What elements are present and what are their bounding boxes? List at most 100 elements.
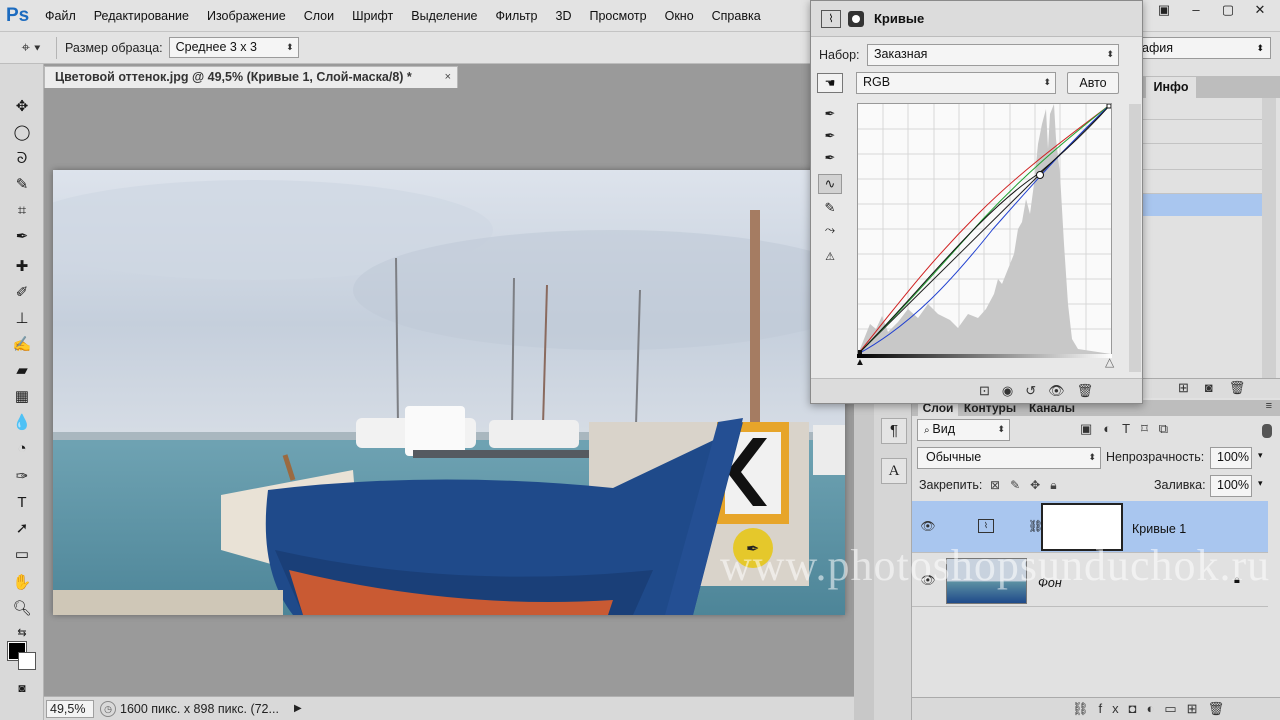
fx-icon[interactable]: fx: [1099, 701, 1129, 716]
clone-stamp-tool-icon[interactable]: ⊥: [9, 306, 35, 330]
dodge-tool-icon[interactable]: ◔: [9, 436, 35, 460]
scrollbar[interactable]: [1262, 98, 1276, 378]
link-layers-icon[interactable]: ⛓︎: [1072, 701, 1099, 716]
point-curve-icon[interactable]: ∿: [818, 174, 842, 194]
rectangle-tool-icon[interactable]: ▭: [9, 542, 35, 566]
add-mask-icon[interactable]: ◘: [1129, 701, 1147, 716]
minimize-icon[interactable]: –: [1182, 0, 1210, 20]
list-item[interactable]: [1142, 172, 1262, 194]
swap-colors-icon[interactable]: ⇆: [9, 620, 35, 644]
gradient-tool-icon[interactable]: ▦: [9, 384, 35, 408]
white-point-eyedropper-icon[interactable]: ✒: [819, 148, 841, 168]
curves-graph[interactable]: [857, 103, 1112, 355]
menu-edit[interactable]: Редактирование: [85, 0, 198, 32]
list-item[interactable]: [1142, 148, 1262, 170]
targeted-adjustment-icon[interactable]: ☚: [817, 73, 843, 93]
menu-type[interactable]: Шрифт: [343, 0, 402, 32]
window-menu-icon[interactable]: ▣: [1150, 0, 1178, 20]
menu-file[interactable]: Файл: [36, 0, 85, 32]
preset-select[interactable]: Заказная ⬍: [867, 44, 1119, 66]
ellipse-marquee-tool-icon[interactable]: ◯: [9, 120, 35, 144]
scrollbar[interactable]: [1129, 104, 1141, 372]
new-adjustment-icon[interactable]: ◐: [1147, 701, 1165, 716]
zoom-tool-icon[interactable]: 🔍︎: [9, 596, 35, 620]
channel-select[interactable]: RGB ⬍: [856, 72, 1056, 94]
smart-object-filter-icon[interactable]: ⧉: [1159, 421, 1179, 436]
menu-3d[interactable]: 3D: [547, 0, 581, 32]
hand-tool-icon[interactable]: ✋: [9, 570, 35, 594]
lock-position-icon[interactable]: ✥: [1030, 478, 1050, 492]
type-filter-icon[interactable]: T: [1122, 421, 1141, 436]
tab-info[interactable]: Инфо: [1146, 77, 1196, 98]
paragraph-panel-icon[interactable]: ¶: [881, 418, 907, 444]
new-layer-icon[interactable]: ⊞: [1187, 701, 1208, 716]
status-info-icon[interactable]: ◷: [100, 700, 116, 717]
opacity-field[interactable]: 100%: [1210, 447, 1252, 469]
crop-tool-icon[interactable]: ⌗: [9, 198, 35, 222]
fill-field[interactable]: 100%: [1210, 475, 1252, 497]
black-point-eyedropper-icon[interactable]: ✒: [819, 104, 841, 124]
blend-mode-select[interactable]: Обычные ⬍: [917, 447, 1101, 469]
filter-toggle-icon[interactable]: [1262, 424, 1272, 438]
blur-tool-icon[interactable]: 💧: [9, 410, 35, 434]
path-selection-tool-icon[interactable]: ➚: [9, 516, 35, 540]
fill-dropdown-icon[interactable]: ▾: [1258, 478, 1263, 489]
trash-icon[interactable]: 🗑︎: [1077, 383, 1106, 398]
list-item[interactable]: [1142, 122, 1262, 144]
brush-tool-icon[interactable]: ✐: [9, 280, 35, 304]
menu-filter[interactable]: Фильтр: [487, 0, 547, 32]
pen-tool-icon[interactable]: ✑: [9, 464, 35, 488]
list-item-selected[interactable]: [1142, 194, 1262, 216]
list-item[interactable]: [1142, 98, 1262, 120]
type-tool-icon[interactable]: T: [9, 490, 35, 514]
mask-icon[interactable]: [848, 11, 864, 27]
layer-filter-select[interactable]: ⌕ Вид ⬍: [917, 419, 1010, 441]
move-tool-icon[interactable]: ✥: [9, 94, 35, 118]
quick-mask-icon[interactable]: ◙: [9, 676, 35, 700]
lock-pixels-icon[interactable]: ✎: [1010, 478, 1030, 492]
panel-menu-icon[interactable]: ≡: [1266, 400, 1272, 412]
lasso-tool-icon[interactable]: ᘐ: [9, 146, 35, 170]
smooth-curve-icon[interactable]: ⤳: [819, 220, 841, 240]
lock-all-icon[interactable]: 🔒︎: [1050, 478, 1066, 492]
pencil-curve-icon[interactable]: ✎: [819, 198, 841, 218]
view-previous-icon[interactable]: ◉: [1002, 383, 1025, 398]
trash-icon[interactable]: 🗑︎: [1208, 701, 1235, 716]
zoom-level-field[interactable]: 49,5%: [46, 699, 94, 718]
menu-layers[interactable]: Слои: [295, 0, 343, 32]
quick-selection-tool-icon[interactable]: ✎: [9, 172, 35, 196]
history-brush-tool-icon[interactable]: ✍: [9, 332, 35, 356]
gray-point-eyedropper-icon[interactable]: ✒: [819, 126, 841, 146]
clip-to-layer-icon[interactable]: ⊡: [979, 383, 1002, 398]
new-group-icon[interactable]: ▭: [1164, 701, 1186, 716]
status-menu-arrow-icon[interactable]: ▶: [294, 703, 302, 714]
visibility-icon[interactable]: 👁︎: [1048, 383, 1077, 398]
menu-image[interactable]: Изображение: [198, 0, 295, 32]
menu-view[interactable]: Просмотр: [581, 0, 656, 32]
eyedropper-tool-icon[interactable]: ✒: [9, 224, 35, 248]
workspace-select[interactable]: афия ⬍: [1129, 37, 1271, 59]
reset-icon[interactable]: ↺: [1025, 383, 1048, 398]
black-slider-icon[interactable]: ▲: [855, 357, 865, 368]
close-window-icon[interactable]: ✕: [1246, 0, 1274, 20]
eye-icon[interactable]: 👁︎: [920, 519, 936, 533]
close-document-icon[interactable]: ×: [445, 67, 451, 88]
background-color-swatch[interactable]: [18, 652, 36, 670]
document-tab[interactable]: Цветовой оттенок.jpg @ 49,5% (Кривые 1, …: [44, 66, 458, 88]
eraser-tool-icon[interactable]: ▰: [9, 358, 35, 382]
menu-help[interactable]: Справка: [703, 0, 770, 32]
menu-select[interactable]: Выделение: [402, 0, 486, 32]
eyedropper-preset-icon[interactable]: ⌖ ▾: [14, 36, 48, 60]
shape-filter-icon[interactable]: ⌑: [1141, 421, 1159, 436]
opacity-dropdown-icon[interactable]: ▾: [1258, 450, 1263, 461]
layer-name[interactable]: Кривые 1: [1132, 522, 1186, 536]
image-filter-icon[interactable]: ▣: [1080, 421, 1103, 436]
white-slider-icon[interactable]: △: [1105, 355, 1114, 369]
healing-brush-tool-icon[interactable]: ✚: [9, 254, 35, 278]
new-snapshot-icon[interactable]: ⊞: [1178, 380, 1205, 395]
lock-transparency-icon[interactable]: ⊠: [990, 478, 1010, 492]
auto-button[interactable]: Авто: [1067, 72, 1119, 94]
character-panel-icon[interactable]: A: [881, 458, 907, 484]
clipping-warning-icon[interactable]: ⚠: [819, 246, 841, 266]
trash-icon[interactable]: 🗑︎: [1229, 380, 1262, 395]
